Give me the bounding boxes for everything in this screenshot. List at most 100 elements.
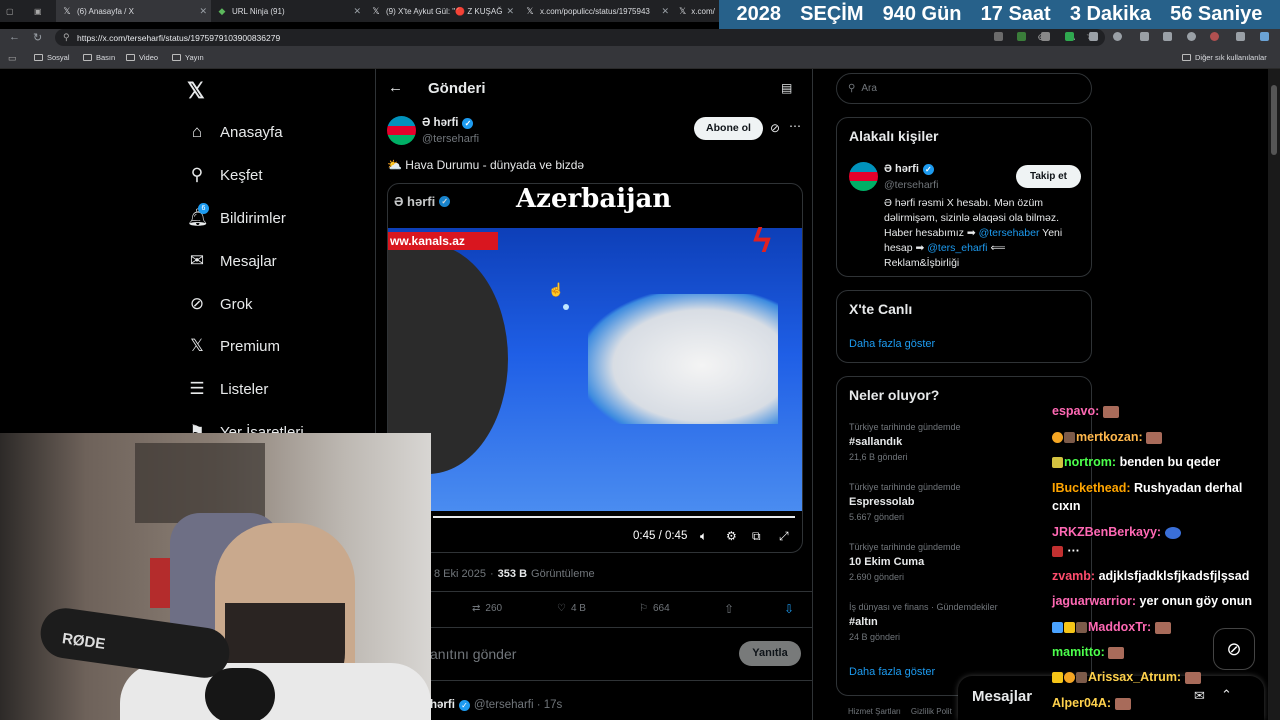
trend-count: 5.667 gönderi bbox=[849, 512, 905, 522]
share-icon[interactable]: ⇧ bbox=[724, 602, 734, 616]
new-message-icon[interactable]: ✉ bbox=[1194, 688, 1205, 704]
folder-icon bbox=[34, 54, 43, 61]
notification-badge: 6 bbox=[198, 203, 209, 214]
bookmark-folder-yayin[interactable]: Yayın bbox=[172, 53, 204, 62]
badge-icon bbox=[1052, 546, 1063, 558]
trends-show-more[interactable]: Daha fazla göster bbox=[849, 666, 935, 678]
nav-item-notifications[interactable]: 🔔︎ 6 Bildirimler bbox=[187, 203, 286, 228]
related-name[interactable]: Ə hərfi ✓ bbox=[884, 163, 934, 175]
trend-item[interactable]: İş dünyası ve finans · Gündemdekiler #al… bbox=[849, 602, 998, 642]
tab-aykut-gul[interactable]: 𝕏 (9) X'te Aykut Gül: "🔴 Z KUŞAĞ ✕ bbox=[365, 0, 518, 22]
reply-button[interactable]: Yanıtla bbox=[739, 641, 801, 666]
extension-icon[interactable] bbox=[1017, 32, 1026, 41]
like-button[interactable]: ♡ 4 B bbox=[557, 603, 586, 614]
reply-post-header[interactable]: hərfi ✓ @terseharfi · 17s bbox=[430, 699, 562, 711]
lightning-logo-icon: ϟ bbox=[753, 222, 771, 260]
extension-icon[interactable] bbox=[1041, 32, 1050, 41]
copilot-icon[interactable] bbox=[1260, 32, 1269, 41]
follow-button[interactable]: Takip et bbox=[1016, 165, 1081, 188]
scrollbar[interactable] bbox=[1268, 69, 1280, 720]
nav-item-grok[interactable]: ⊘ Grok bbox=[187, 294, 253, 314]
pip-icon[interactable]: ⧉ bbox=[752, 529, 761, 544]
reload-icon[interactable]: ↻ bbox=[33, 31, 42, 44]
close-icon[interactable]: ✕ bbox=[506, 6, 514, 17]
terms-link[interactable]: Hizmet Şartları bbox=[848, 707, 901, 716]
bookmark-folder-video[interactable]: Video bbox=[126, 53, 158, 62]
video-progress-bar[interactable] bbox=[433, 516, 795, 518]
heart-icon: ♡ bbox=[557, 603, 566, 614]
retweet-button[interactable]: ⇄ 260 bbox=[472, 603, 502, 614]
trend-item[interactable]: Türkiye tarihinde gündemde 10 Ekim Cuma … bbox=[849, 542, 961, 582]
emote-icon bbox=[1108, 646, 1125, 659]
shield-icon[interactable] bbox=[1187, 32, 1196, 41]
avatar[interactable] bbox=[1210, 32, 1219, 41]
tab-url-ninja[interactable]: ◆ URL Ninja (91) ✕ bbox=[211, 0, 365, 22]
download-icon[interactable]: ⇩ bbox=[784, 602, 794, 616]
live-show-more[interactable]: Daha fazla göster bbox=[849, 338, 935, 350]
settings-gear-icon[interactable]: ⚙ bbox=[726, 529, 737, 543]
author-handle[interactable]: @terseharfi bbox=[422, 133, 479, 145]
bookmark-folder-sosyal[interactable]: Sosyal bbox=[34, 53, 70, 62]
extensions-puzzle-icon[interactable] bbox=[1140, 32, 1149, 41]
scrollbar-thumb[interactable] bbox=[1271, 85, 1277, 155]
vertical-tabs-button[interactable]: ▣ bbox=[28, 0, 54, 22]
volume-icon[interactable]: 🔈︎ bbox=[700, 529, 707, 544]
close-icon[interactable]: ✕ bbox=[661, 6, 669, 17]
site-info-icon[interactable]: ⚲ bbox=[63, 32, 70, 43]
avatar[interactable] bbox=[849, 162, 878, 191]
extension-icon[interactable] bbox=[994, 32, 1003, 41]
nav-label: Mesajlar bbox=[220, 252, 277, 270]
video-player[interactable]: ww.kanals.az ϟ Ə hərfi ✓ Azerbaijan 0:45… bbox=[387, 183, 803, 553]
chat-message: espavo: bbox=[1052, 404, 1119, 419]
nav-item-messages[interactable]: ✉ Mesajlar bbox=[187, 251, 277, 271]
grok-floating-button[interactable]: ⊘ bbox=[1213, 628, 1255, 670]
bio-line: dəlirmişəm, sizinlə əlaqəsi ola bilməz. bbox=[884, 212, 1060, 224]
back-arrow-icon[interactable]: ← bbox=[388, 79, 403, 96]
address-bar[interactable]: ⚲ https://x.com/terseharfi/status/197597… bbox=[55, 29, 1105, 46]
fullscreen-icon[interactable]: ⤢ bbox=[779, 529, 789, 544]
chat-user: zvamb: bbox=[1052, 569, 1096, 583]
expand-up-icon[interactable]: ⌃ bbox=[1221, 687, 1232, 703]
reader-icon[interactable]: ▤ bbox=[781, 81, 792, 95]
tab-actions[interactable]: ▢ bbox=[0, 0, 28, 22]
nav-item-explore[interactable]: ⚲ Keşfet bbox=[187, 165, 263, 185]
bookmark-folder-basin[interactable]: Basın bbox=[83, 53, 115, 62]
nav-item-home[interactable]: ⌂ Anasayfa bbox=[187, 122, 283, 142]
extension-icon[interactable] bbox=[1113, 32, 1122, 41]
bio-link[interactable]: @tersehaber bbox=[979, 227, 1040, 239]
reading-list-icon[interactable]: ▭ bbox=[8, 53, 17, 64]
bio-link[interactable]: @ters_eharfi bbox=[927, 242, 987, 254]
nav-item-lists[interactable]: ☰ Listeler bbox=[187, 379, 268, 399]
close-icon[interactable]: ✕ bbox=[353, 6, 361, 17]
nav-item-premium[interactable]: 𝕏 Premium bbox=[187, 336, 280, 356]
chat-user: MaddoxTr: bbox=[1088, 620, 1152, 634]
privacy-link[interactable]: Gizlilik Polit bbox=[911, 707, 952, 716]
post-column: ← Gönderi ▤ Ə hərfi ✓ @terseharfi Abone … bbox=[375, 69, 813, 720]
more-icon[interactable] bbox=[1236, 32, 1245, 41]
extension-icon[interactable] bbox=[1089, 32, 1098, 41]
subscribe-button[interactable]: Abone ol bbox=[694, 117, 763, 140]
bio-line: Ə hərfi rəsmi X hesabı. Mən özüm bbox=[884, 197, 1044, 209]
trend-item[interactable]: Türkiye tarihinde gündemde #sallandık 21… bbox=[849, 422, 961, 462]
more-icon[interactable]: ⋯ bbox=[789, 119, 801, 133]
favorites-icon[interactable] bbox=[1163, 32, 1172, 41]
extension-icon[interactable] bbox=[1065, 32, 1074, 41]
avatar[interactable] bbox=[387, 116, 416, 145]
bookmark-label: Video bbox=[139, 53, 159, 62]
tab-x[interactable]: 𝕏 x.com/ bbox=[673, 0, 719, 22]
search-input[interactable]: ⚲ Ara bbox=[836, 73, 1092, 104]
close-icon[interactable]: ✕ bbox=[199, 6, 207, 17]
bio-text: Haber hesabımız ➡ bbox=[884, 227, 976, 239]
trend-item[interactable]: Türkiye tarihinde gündemde Espressolab 5… bbox=[849, 482, 961, 522]
grok-icon[interactable]: ⊘ bbox=[770, 121, 780, 135]
x-logo-icon[interactable]: 𝕏 bbox=[187, 78, 205, 104]
back-icon[interactable]: ← bbox=[9, 31, 20, 43]
tab-anasayfa[interactable]: 𝕏 (6) Anasayfa / X ✕ bbox=[56, 0, 211, 22]
folder-icon bbox=[1182, 54, 1191, 61]
live-title: X'te Canlı bbox=[849, 301, 913, 317]
other-bookmarks[interactable]: Diğer sık kullanılanlar bbox=[1182, 53, 1267, 62]
author-name[interactable]: Ə hərfi ✓ bbox=[422, 117, 474, 129]
tab-populicc[interactable]: 𝕏 x.com/populicc/status/1975943 ✕ bbox=[519, 0, 673, 22]
reply-input[interactable]: anıtını gönder bbox=[430, 646, 516, 662]
bookmark-button[interactable]: ⚐ 664 bbox=[639, 603, 670, 614]
